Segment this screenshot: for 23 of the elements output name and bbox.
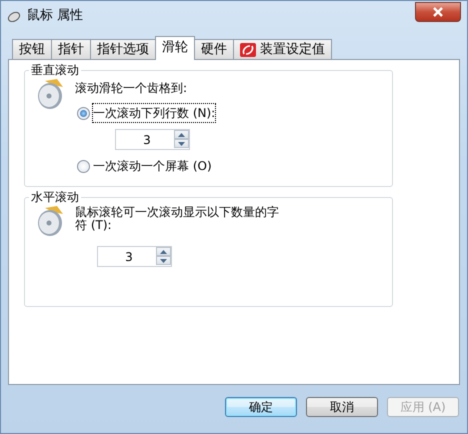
prompt-text: 滚动滑轮一个齿格到: bbox=[75, 80, 188, 97]
spin-box[interactable]: 3 bbox=[97, 246, 172, 267]
device-icon bbox=[240, 43, 256, 57]
spin-box[interactable]: 3 bbox=[115, 129, 190, 150]
dialog-button[interactable]: 确定 bbox=[225, 397, 297, 417]
group-title: 垂直滚动 bbox=[29, 63, 81, 77]
close-icon[interactable] bbox=[432, 7, 444, 17]
tab[interactable]: 指针选项 bbox=[90, 39, 156, 59]
radio-label[interactable]: 一次滚动一个屏幕 (O) bbox=[93, 157, 212, 175]
prompt-text: 鼠标滚轮可一次滚动显示以下数量的字符 (T): bbox=[75, 206, 280, 232]
radio-button[interactable] bbox=[77, 160, 90, 172]
tab[interactable]: 按钮 bbox=[12, 39, 52, 59]
mouse-icon bbox=[7, 10, 21, 22]
radio-button[interactable] bbox=[77, 106, 90, 120]
tab[interactable]: 指针 bbox=[51, 39, 91, 59]
radio-label[interactable]: 一次滚动下列行数 (N): bbox=[93, 104, 216, 122]
tab[interactable]: 硬件 bbox=[194, 39, 234, 59]
tab[interactable]: 装置设定值 bbox=[233, 39, 332, 59]
window-title: 鼠标 属性 bbox=[27, 7, 84, 26]
tab[interactable]: 滑轮 bbox=[155, 36, 195, 60]
group-title: 水平滚动 bbox=[29, 190, 81, 204]
dialog-button[interactable]: 取消 bbox=[306, 397, 378, 417]
close-button[interactable] bbox=[415, 2, 461, 22]
